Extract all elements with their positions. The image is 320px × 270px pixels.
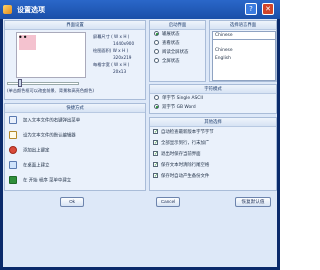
checkbox-icon[interactable] — [153, 139, 158, 147]
char-mode-header: 字符模式 — [150, 85, 276, 94]
desktop-shortcut-action[interactable]: 在桌面上建立 — [9, 161, 49, 171]
checkbox-icon[interactable] — [153, 128, 158, 136]
startup-option-1[interactable]: 查看状态 — [154, 40, 180, 48]
startup-header: 启动界面 — [150, 21, 205, 30]
language-list[interactable]: Chinese Chinese English — [212, 31, 276, 81]
set-default-editor-action[interactable]: 设为文本文件的默认编辑器 — [9, 131, 76, 141]
display-settings-panel: 界面设置 •• 屏幕尺寸 ( W x H ) 1440x900 绘图面积( W … — [4, 20, 146, 100]
option-auto-backup[interactable]: 保存时自动产生备份文件 — [153, 172, 209, 181]
other-options-header: 其他选择 — [150, 118, 276, 127]
add-hotkey-action[interactable]: 添加出上键定 — [9, 146, 49, 156]
cancel-button[interactable]: Cancel — [156, 197, 180, 207]
option-trim-trailing[interactable]: 保存文本时清除行尾空格 — [153, 161, 209, 170]
ok-button[interactable]: Ok — [60, 197, 84, 207]
checkbox-icon[interactable] — [153, 161, 158, 169]
document-edit-icon — [9, 131, 17, 139]
radio-icon[interactable] — [154, 31, 159, 36]
foreground-color-markers[interactable]: •• — [18, 33, 27, 42]
radio-icon[interactable] — [154, 40, 159, 45]
close-button[interactable]: ✕ — [262, 3, 274, 15]
other-options-panel: 其他选择 自动检查最新版本字节字节 全部显示到行，行末加广 退出时保存当前界面 … — [149, 117, 277, 191]
settings-window: 设置选项 ? ✕ 界面设置 •• 屏幕尺寸 ( W x H ) 1440x900… — [0, 0, 280, 270]
startup-option-3[interactable]: 全屏状态 — [154, 58, 180, 66]
draw-area-value: 320x219 — [113, 55, 132, 60]
radio-icon[interactable] — [154, 104, 159, 109]
size-slider-thumb[interactable] — [18, 79, 22, 87]
language-panel: 选择语言界面 Chinese Chinese English — [209, 20, 277, 82]
hotkey-icon — [9, 146, 17, 154]
radio-icon[interactable] — [154, 58, 159, 63]
language-item-chinese[interactable]: Chinese — [215, 47, 233, 54]
option-check-update[interactable]: 自动检查最新版本字节字节 — [153, 128, 214, 137]
startup-panel: 启动界面 输展状态 查看状态 阅读全屏状态 全屏状态 — [149, 20, 206, 82]
restore-defaults-button[interactable]: 恢复默认值 — [235, 197, 271, 207]
screen-size-value: 1440x900 — [113, 41, 135, 46]
shortcuts-panel: 快捷方式 加入文本文件的右键弹出菜单 设为文本文件的默认编辑器 添加出上键定 在… — [4, 103, 146, 191]
char-mode-panel: 字符模式 单字节 Single ASCII 双字节 GB Word — [149, 84, 277, 114]
radio-icon[interactable] — [154, 95, 159, 100]
checkbox-icon[interactable] — [153, 172, 158, 180]
title-bar[interactable]: 设置选项 ? ✕ — [0, 0, 280, 19]
char-size-label: 每格字宽 ( W x H ) — [93, 62, 130, 67]
add-context-menu-action[interactable]: 加入文本文件的右键弹出菜单 — [9, 116, 80, 126]
window-title: 设置选项 — [17, 6, 45, 14]
help-button[interactable]: ? — [245, 3, 257, 15]
startup-option-0[interactable]: 输展状态 — [154, 31, 180, 39]
start-menu-action[interactable]: 在 开始 程序 菜单中建立 — [9, 176, 71, 186]
language-header: 选择语言界面 — [210, 21, 276, 30]
color-hint-text: (单击颜色框可以改变前景、背景和高亮色颜色) — [7, 88, 95, 93]
start-menu-icon — [9, 176, 17, 184]
option-show-all-rows[interactable]: 全部显示到行，行末加广 — [153, 139, 209, 148]
language-selected[interactable]: Chinese — [213, 32, 275, 40]
char-size-value: 20x13 — [113, 69, 127, 74]
shortcuts-header: 快捷方式 — [5, 104, 145, 113]
screen-size-label: 屏幕尺寸 ( W x H ) — [93, 34, 130, 39]
checkbox-icon[interactable] — [153, 150, 158, 158]
desktop-icon — [9, 161, 17, 169]
dialog-client: 界面设置 •• 屏幕尺寸 ( W x H ) 1440x900 绘图面积( W … — [3, 19, 277, 267]
option-save-on-exit[interactable]: 退出时保存当前界面 — [153, 150, 201, 159]
language-item-english[interactable]: English — [215, 55, 231, 62]
startup-option-2[interactable]: 阅读全屏状态 — [154, 49, 188, 57]
char-mode-single[interactable]: 单字节 Single ASCII — [154, 95, 203, 103]
app-icon — [3, 5, 12, 14]
display-settings-header: 界面设置 — [5, 21, 145, 30]
document-menu-icon — [9, 116, 17, 124]
char-mode-double[interactable]: 双字节 GB Word — [154, 104, 196, 112]
draw-area-label: 绘图面积( W x H ) — [93, 48, 129, 53]
radio-icon[interactable] — [154, 49, 159, 54]
color-preview-box[interactable]: •• — [16, 32, 86, 78]
